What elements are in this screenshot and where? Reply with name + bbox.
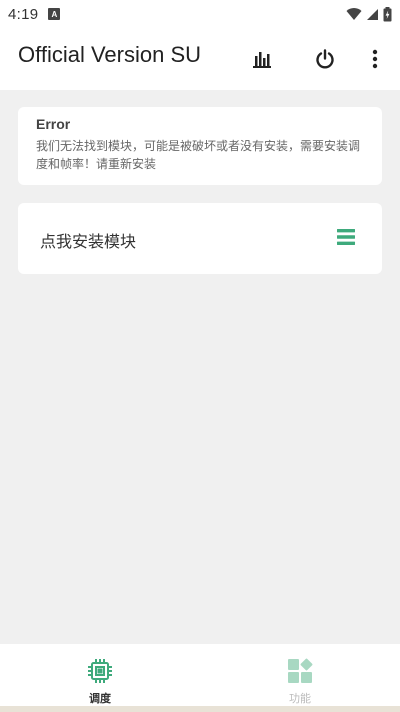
bottom-navigation: 调度 功能 bbox=[0, 644, 400, 706]
main-content: Error 我们无法找到模块，可能是被破坏或者没有安装，需要安装调度和帧率！请重… bbox=[0, 90, 400, 644]
cpu-chip-icon bbox=[88, 659, 112, 683]
install-module-label: 点我安装模块 bbox=[40, 232, 137, 251]
wifi-icon bbox=[346, 8, 362, 20]
install-module-card[interactable]: 点我安装模块 bbox=[18, 203, 382, 274]
overflow-menu-button[interactable] bbox=[358, 42, 392, 76]
error-card: Error 我们无法找到模块，可能是被破坏或者没有安装，需要安装调度和帧率！请重… bbox=[18, 107, 382, 185]
stats-button[interactable] bbox=[245, 42, 279, 76]
nav-label-schedule: 调度 bbox=[89, 692, 111, 705]
nav-item-schedule[interactable]: 调度 bbox=[0, 644, 200, 706]
nav-label-features: 功能 bbox=[289, 692, 311, 705]
gesture-bar bbox=[0, 706, 400, 712]
app-title: Official Version SU bbox=[18, 42, 202, 67]
hamburger-menu-icon bbox=[337, 229, 355, 245]
more-vert-icon bbox=[372, 49, 378, 69]
notification-app-icon: A bbox=[48, 8, 61, 20]
error-title: Error bbox=[36, 116, 71, 132]
error-message: 我们无法找到模块，可能是被破坏或者没有安装，需要安装调度和帧率！请重新安装 bbox=[36, 139, 361, 171]
features-icon bbox=[288, 658, 313, 683]
cell-signal-icon bbox=[367, 8, 378, 20]
power-button[interactable] bbox=[308, 42, 342, 76]
status-icons bbox=[346, 6, 392, 22]
nav-item-features[interactable]: 功能 bbox=[200, 644, 400, 706]
status-left: 4:19 A bbox=[8, 5, 61, 23]
bar-chart-icon bbox=[253, 52, 271, 68]
status-bar: 4:19 A bbox=[0, 0, 400, 28]
battery-icon bbox=[383, 6, 392, 21]
install-menu-button[interactable] bbox=[336, 227, 356, 247]
power-icon bbox=[316, 49, 334, 69]
status-time: 4:19 bbox=[8, 5, 39, 23]
app-bar: Official Version SU bbox=[0, 28, 400, 90]
